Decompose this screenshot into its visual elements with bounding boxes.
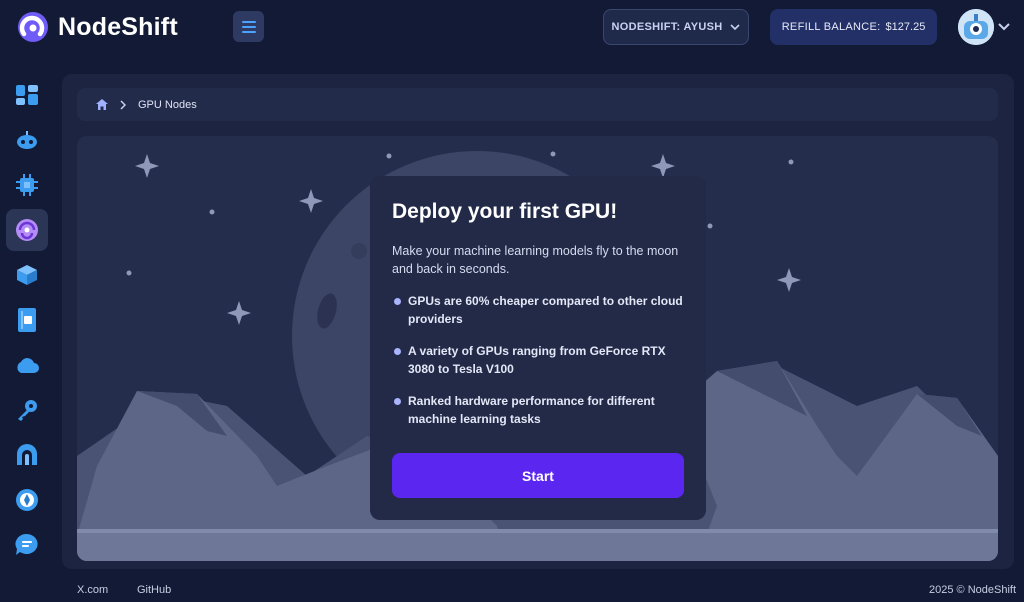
card-description: Make your machine learning models fly to… [392,244,679,276]
dashboard-icon [16,85,38,105]
list-item: GPUs are 60% cheaper compared to other c… [392,292,684,328]
list-item: A variety of GPUs ranging from GeForce R… [392,342,684,378]
sidebar-item-compute[interactable] [6,164,48,206]
cloud-icon [17,358,39,373]
feature-list: GPUs are 60% cheaper compared to other c… [392,292,684,428]
balance-amount: $127.25 [885,21,926,33]
breadcrumb: GPU Nodes [77,88,998,121]
chevron-down-icon [730,24,741,30]
chevron-down-icon [998,23,1010,31]
robot-icon [17,131,37,149]
sidebar-item-containers[interactable] [6,254,48,296]
list-item: Ranked hardware performance for differen… [392,392,684,428]
brand-logo[interactable]: NodeShift [16,10,178,44]
home-icon[interactable] [96,99,108,110]
user-menu[interactable] [958,9,1010,45]
sidebar-item-cloud[interactable] [6,344,48,386]
sidebar-item-storage[interactable] [6,299,48,341]
menu-toggle-button[interactable] [233,11,264,42]
footer-copyright: 2025 © NodeShift [929,584,1016,596]
sidebar-item-gpu-nodes[interactable] [6,209,48,251]
sidebar-item-explore[interactable] [6,479,48,521]
footer-link-x[interactable]: X.com [77,584,108,596]
footer-link-github[interactable]: GitHub [137,584,171,596]
start-button[interactable]: Start [392,453,684,498]
brand-name: NodeShift [58,12,178,41]
chat-icon [15,534,38,555]
refill-label: REFILL BALANCE: [781,21,881,33]
robot-avatar-icon [958,9,994,45]
avatar[interactable] [958,9,994,45]
compass-icon [16,489,38,511]
organization-label: NODESHIFT: AYUSH [611,21,723,33]
card-title: Deploy your first GPU! [392,200,618,223]
gpu-nodes-icon [16,219,38,241]
sidebar-nav [6,74,50,569]
nodeshift-logo-icon [18,12,48,42]
organization-select[interactable]: NODESHIFT: AYUSH [603,9,749,45]
sidebar-item-keys[interactable] [6,389,48,431]
sidebar-item-support[interactable] [6,524,48,566]
chevron-right-icon [120,99,126,110]
storage-icon [18,308,36,332]
breadcrumb-current: GPU Nodes [138,98,197,111]
key-icon [18,400,37,421]
network-icon [17,444,37,465]
cube-icon [17,265,37,285]
sidebar-item-robot[interactable] [6,119,48,161]
deploy-gpu-card: Deploy your first GPU! Make your machine… [370,176,706,520]
hamburger-icon [241,20,256,33]
refill-balance-button[interactable]: REFILL BALANCE: $127.25 [770,9,937,45]
sidebar-item-network[interactable] [6,434,48,476]
sidebar-item-dashboard[interactable] [6,74,48,116]
cpu-chip-icon [16,174,38,196]
